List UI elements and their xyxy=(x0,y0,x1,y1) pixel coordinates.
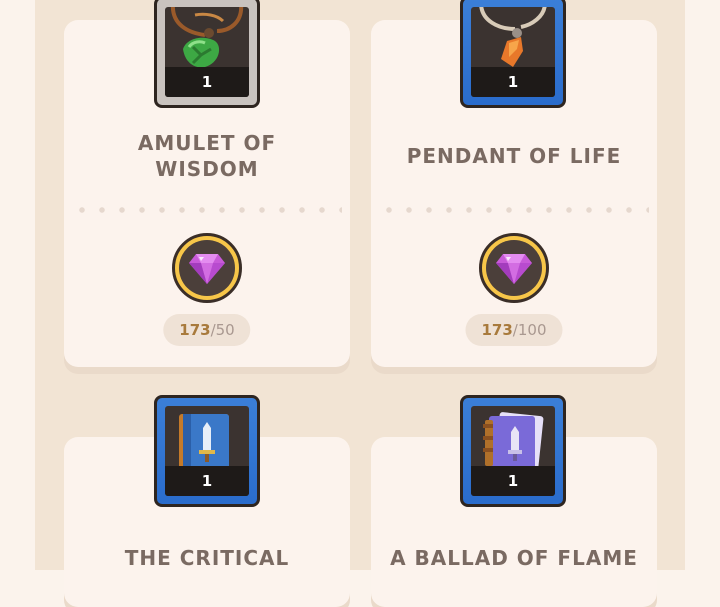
item-frame-amulet[interactable]: 1 xyxy=(154,0,260,108)
item-frame-ballad-book[interactable]: 1 xyxy=(460,395,566,507)
item-count: 1 xyxy=(165,466,249,496)
item-frame-critical-book[interactable]: 1 xyxy=(154,395,260,507)
gem-progress: 173 / 100 xyxy=(465,314,563,346)
purple-gem-icon xyxy=(172,233,242,303)
dotted-divider xyxy=(72,207,342,213)
item-title-line: AMULET OF xyxy=(137,131,277,155)
item-count: 1 xyxy=(165,67,249,97)
item-title-line: PENDANT OF LIFE xyxy=(406,144,622,168)
item-title: THE CRITICAL xyxy=(64,545,350,571)
item-title-line: THE CRITICAL xyxy=(124,546,290,570)
gem-progress: 173 / 50 xyxy=(163,314,251,346)
purple-gem-icon xyxy=(479,233,549,303)
item-frame-pendant[interactable]: 1 xyxy=(460,0,566,108)
item-count: 1 xyxy=(471,466,555,496)
gem-required: 100 xyxy=(517,321,547,339)
green-amulet-icon xyxy=(171,7,244,68)
gem-owned: 173 xyxy=(179,321,211,339)
item-title: AMULET OF WISDOM xyxy=(64,130,350,182)
blue-sword-book-icon xyxy=(179,414,229,470)
item-count: 1 xyxy=(471,67,555,97)
item-title: PENDANT OF LIFE xyxy=(371,143,657,169)
purple-sword-book-icon xyxy=(483,412,544,470)
gem-owned: 173 xyxy=(481,321,513,339)
gem-required: 50 xyxy=(215,321,235,339)
item-title: A BALLAD OF FLAME xyxy=(371,545,657,571)
orange-pendant-icon xyxy=(479,7,547,67)
item-title-line: WISDOM xyxy=(155,157,259,181)
dotted-divider xyxy=(379,207,649,213)
item-title-line: A BALLAD OF FLAME xyxy=(390,546,638,570)
